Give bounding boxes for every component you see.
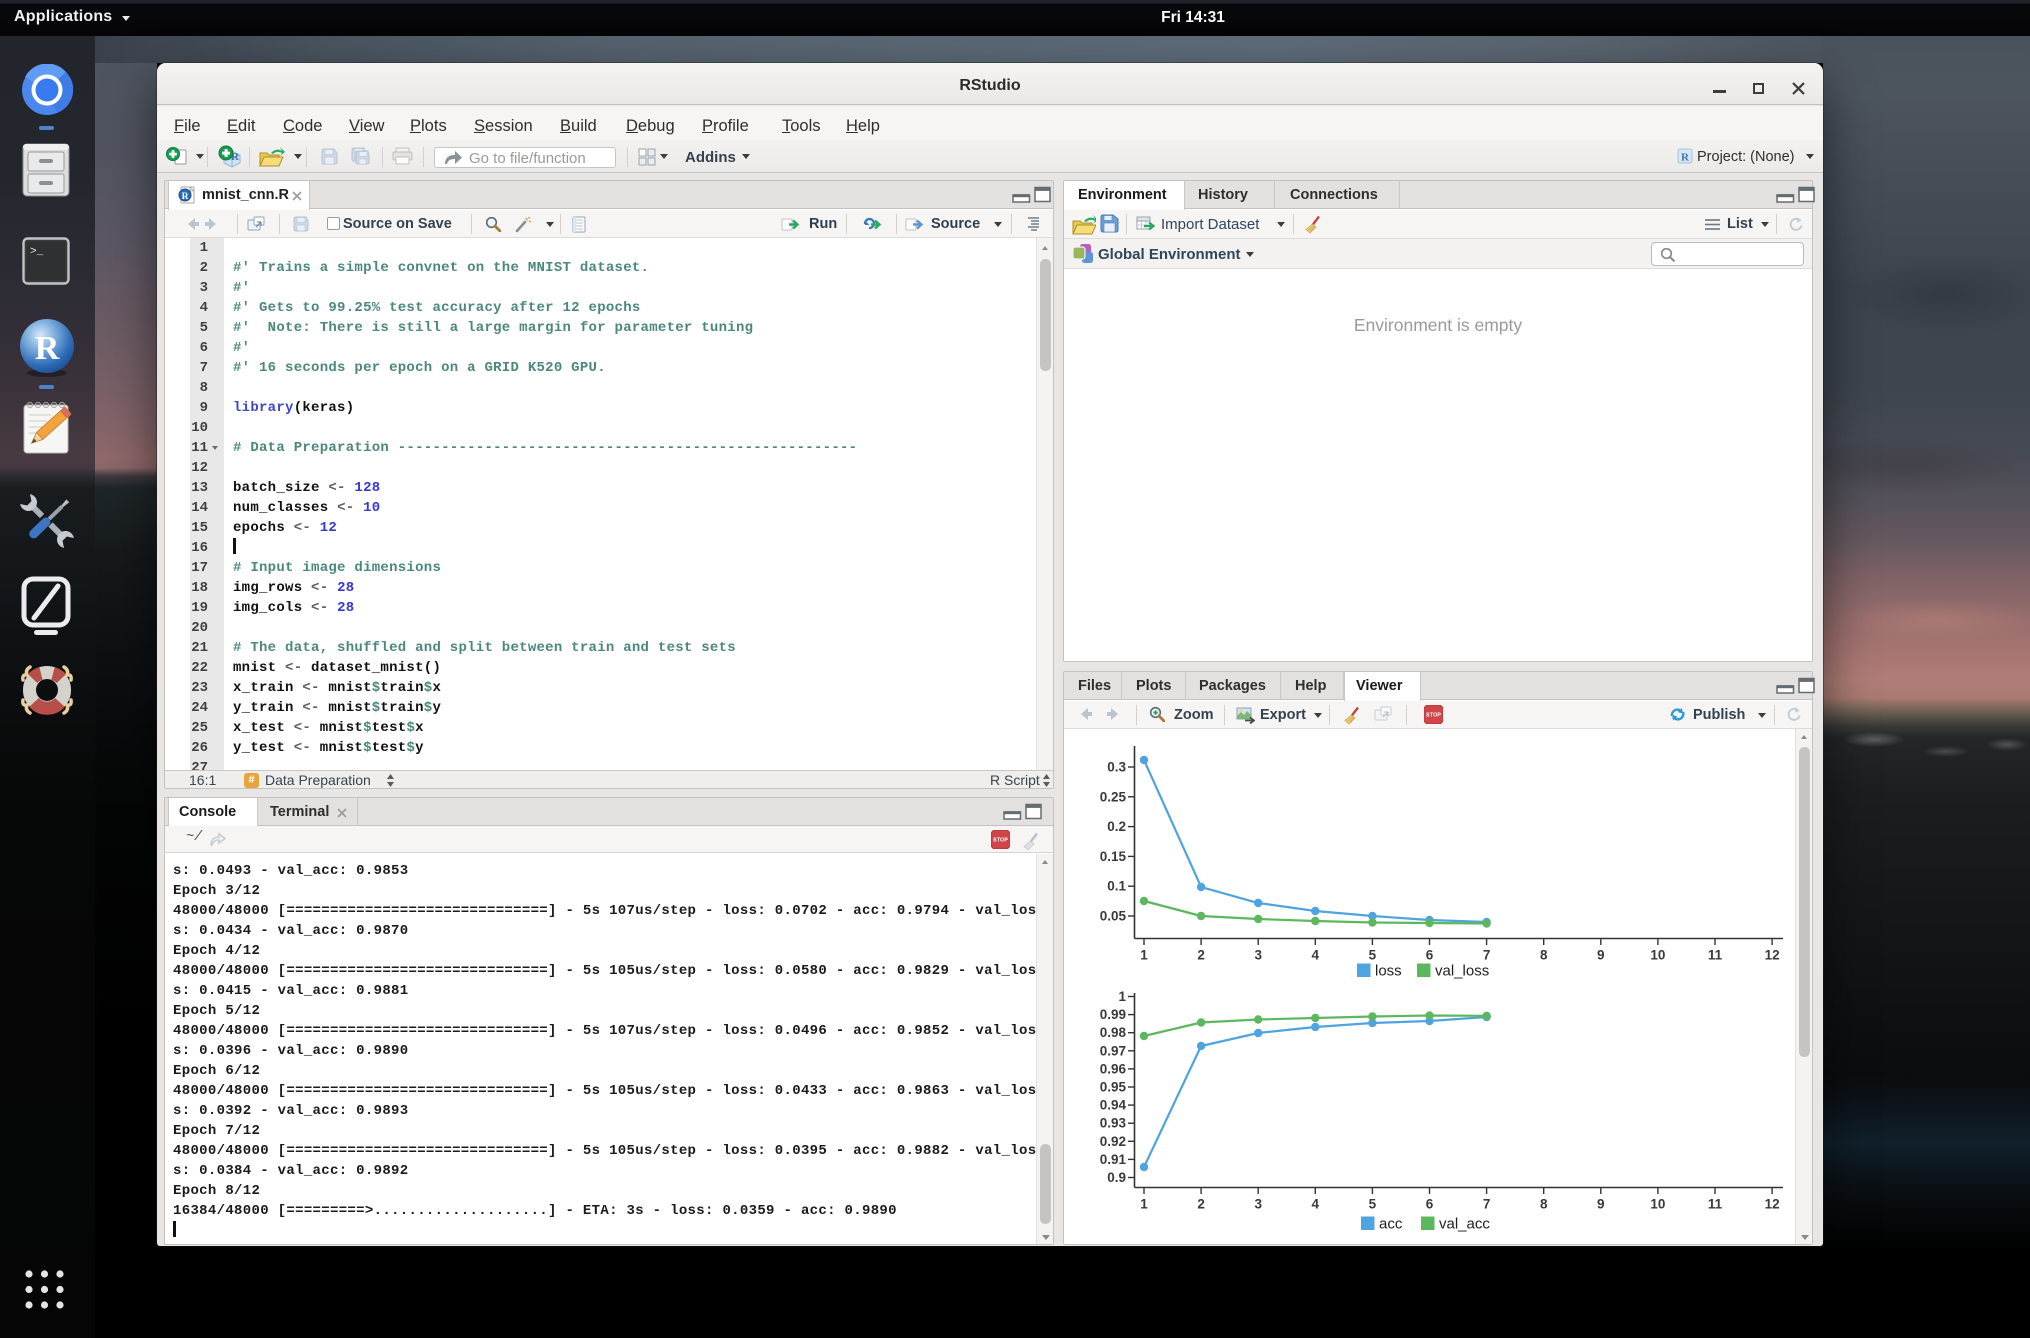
svg-text:0.25: 0.25 (1100, 789, 1127, 804)
svg-text:8: 8 (1540, 948, 1548, 963)
svg-text:6: 6 (1426, 948, 1434, 963)
svg-text:10: 10 (1650, 948, 1665, 963)
svg-text:5: 5 (1369, 1197, 1377, 1212)
svg-text:R: R (35, 330, 60, 367)
svg-text:0.96: 0.96 (1100, 1061, 1127, 1076)
svg-text:4: 4 (1312, 948, 1320, 963)
svg-text:val_loss: val_loss (1435, 963, 1489, 980)
svg-text:2: 2 (1197, 948, 1205, 963)
svg-text:7: 7 (1483, 1197, 1491, 1212)
svg-text:0.94: 0.94 (1100, 1098, 1127, 1113)
svg-text:0.98: 0.98 (1100, 1025, 1127, 1040)
svg-text:5: 5 (1369, 948, 1377, 963)
svg-text:0.92: 0.92 (1100, 1134, 1126, 1149)
svg-text:0.99: 0.99 (1100, 1007, 1126, 1022)
svg-text:0.93: 0.93 (1100, 1116, 1127, 1131)
svg-text:0.1: 0.1 (1107, 879, 1126, 894)
svg-text:0.91: 0.91 (1100, 1152, 1127, 1167)
svg-text:0.15: 0.15 (1100, 849, 1127, 864)
svg-text:8: 8 (1540, 1197, 1548, 1212)
svg-text:STOP: STOP (1426, 713, 1441, 719)
svg-text:10: 10 (1650, 1197, 1665, 1212)
svg-text:0.95: 0.95 (1100, 1080, 1127, 1095)
svg-text:7: 7 (1483, 948, 1491, 963)
svg-text:11: 11 (1708, 948, 1723, 963)
svg-text:2: 2 (1197, 1197, 1205, 1212)
svg-text:acc: acc (1379, 1216, 1403, 1233)
svg-text:1: 1 (1118, 989, 1126, 1004)
svg-text:3: 3 (1254, 1197, 1262, 1212)
svg-text:R: R (182, 192, 189, 202)
svg-text:1: 1 (1140, 1197, 1148, 1212)
svg-text:val_acc: val_acc (1439, 1216, 1490, 1233)
svg-text:>_: >_ (30, 246, 44, 258)
svg-text:R: R (1681, 152, 1690, 164)
svg-text:11: 11 (1708, 1197, 1723, 1212)
svg-text:0.9: 0.9 (1107, 1170, 1126, 1185)
svg-text:1: 1 (1140, 948, 1148, 963)
svg-text:12: 12 (1765, 1197, 1780, 1212)
svg-text:0.05: 0.05 (1100, 909, 1127, 924)
svg-text:4: 4 (1312, 1197, 1320, 1212)
svg-text:3: 3 (1254, 948, 1262, 963)
svg-text:0.3: 0.3 (1107, 760, 1126, 775)
svg-text:loss: loss (1375, 963, 1402, 980)
svg-text:0.2: 0.2 (1107, 819, 1126, 834)
svg-text:6: 6 (1426, 1197, 1434, 1212)
svg-text:0.97: 0.97 (1100, 1043, 1126, 1058)
svg-text:9: 9 (1597, 1197, 1605, 1212)
svg-text:STOP: STOP (993, 838, 1008, 844)
svg-text:12: 12 (1765, 948, 1780, 963)
svg-text:9: 9 (1597, 948, 1605, 963)
